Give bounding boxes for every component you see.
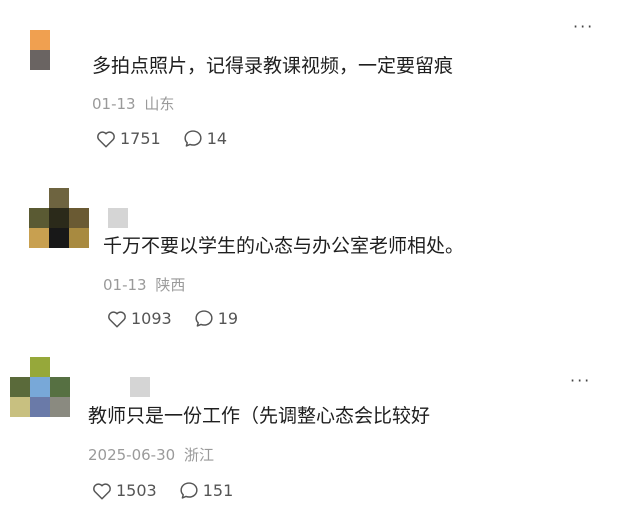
avatar-pixel [10,377,30,397]
avatar-pixel [50,357,70,377]
reply-button[interactable]: 151 [179,481,234,500]
comment-meta: 2025-06-30 浙江 [88,446,214,464]
avatar-pixel [10,397,30,417]
avatar[interactable] [10,357,70,417]
reply-count: 151 [202,481,234,500]
avatar-pixel [30,377,50,397]
avatar-pixel [30,397,50,417]
comment-location: 浙江 [183,446,214,464]
more-dots-icon[interactable]: ··· [570,373,591,389]
avatar-pixel [50,397,70,417]
like-button[interactable]: 1503 [92,481,157,500]
avatar-pixel [50,377,70,397]
username-placeholder[interactable] [130,377,150,397]
like-count: 1503 [116,481,157,500]
speech-bubble-icon [180,482,198,499]
heart-outline-icon [93,482,111,500]
comment-date: 2025-06-30 [88,446,176,464]
comment-text: 教师只是一份工作（先调整心态会比较好 [88,405,431,427]
avatar-pixel [10,357,30,377]
avatar-pixel [30,357,50,377]
comment-3: 教师只是一份工作（先调整心态会比较好 2025-06-30 浙江 1503 15… [0,0,629,517]
comment-actions: 1503 151 [92,481,255,500]
